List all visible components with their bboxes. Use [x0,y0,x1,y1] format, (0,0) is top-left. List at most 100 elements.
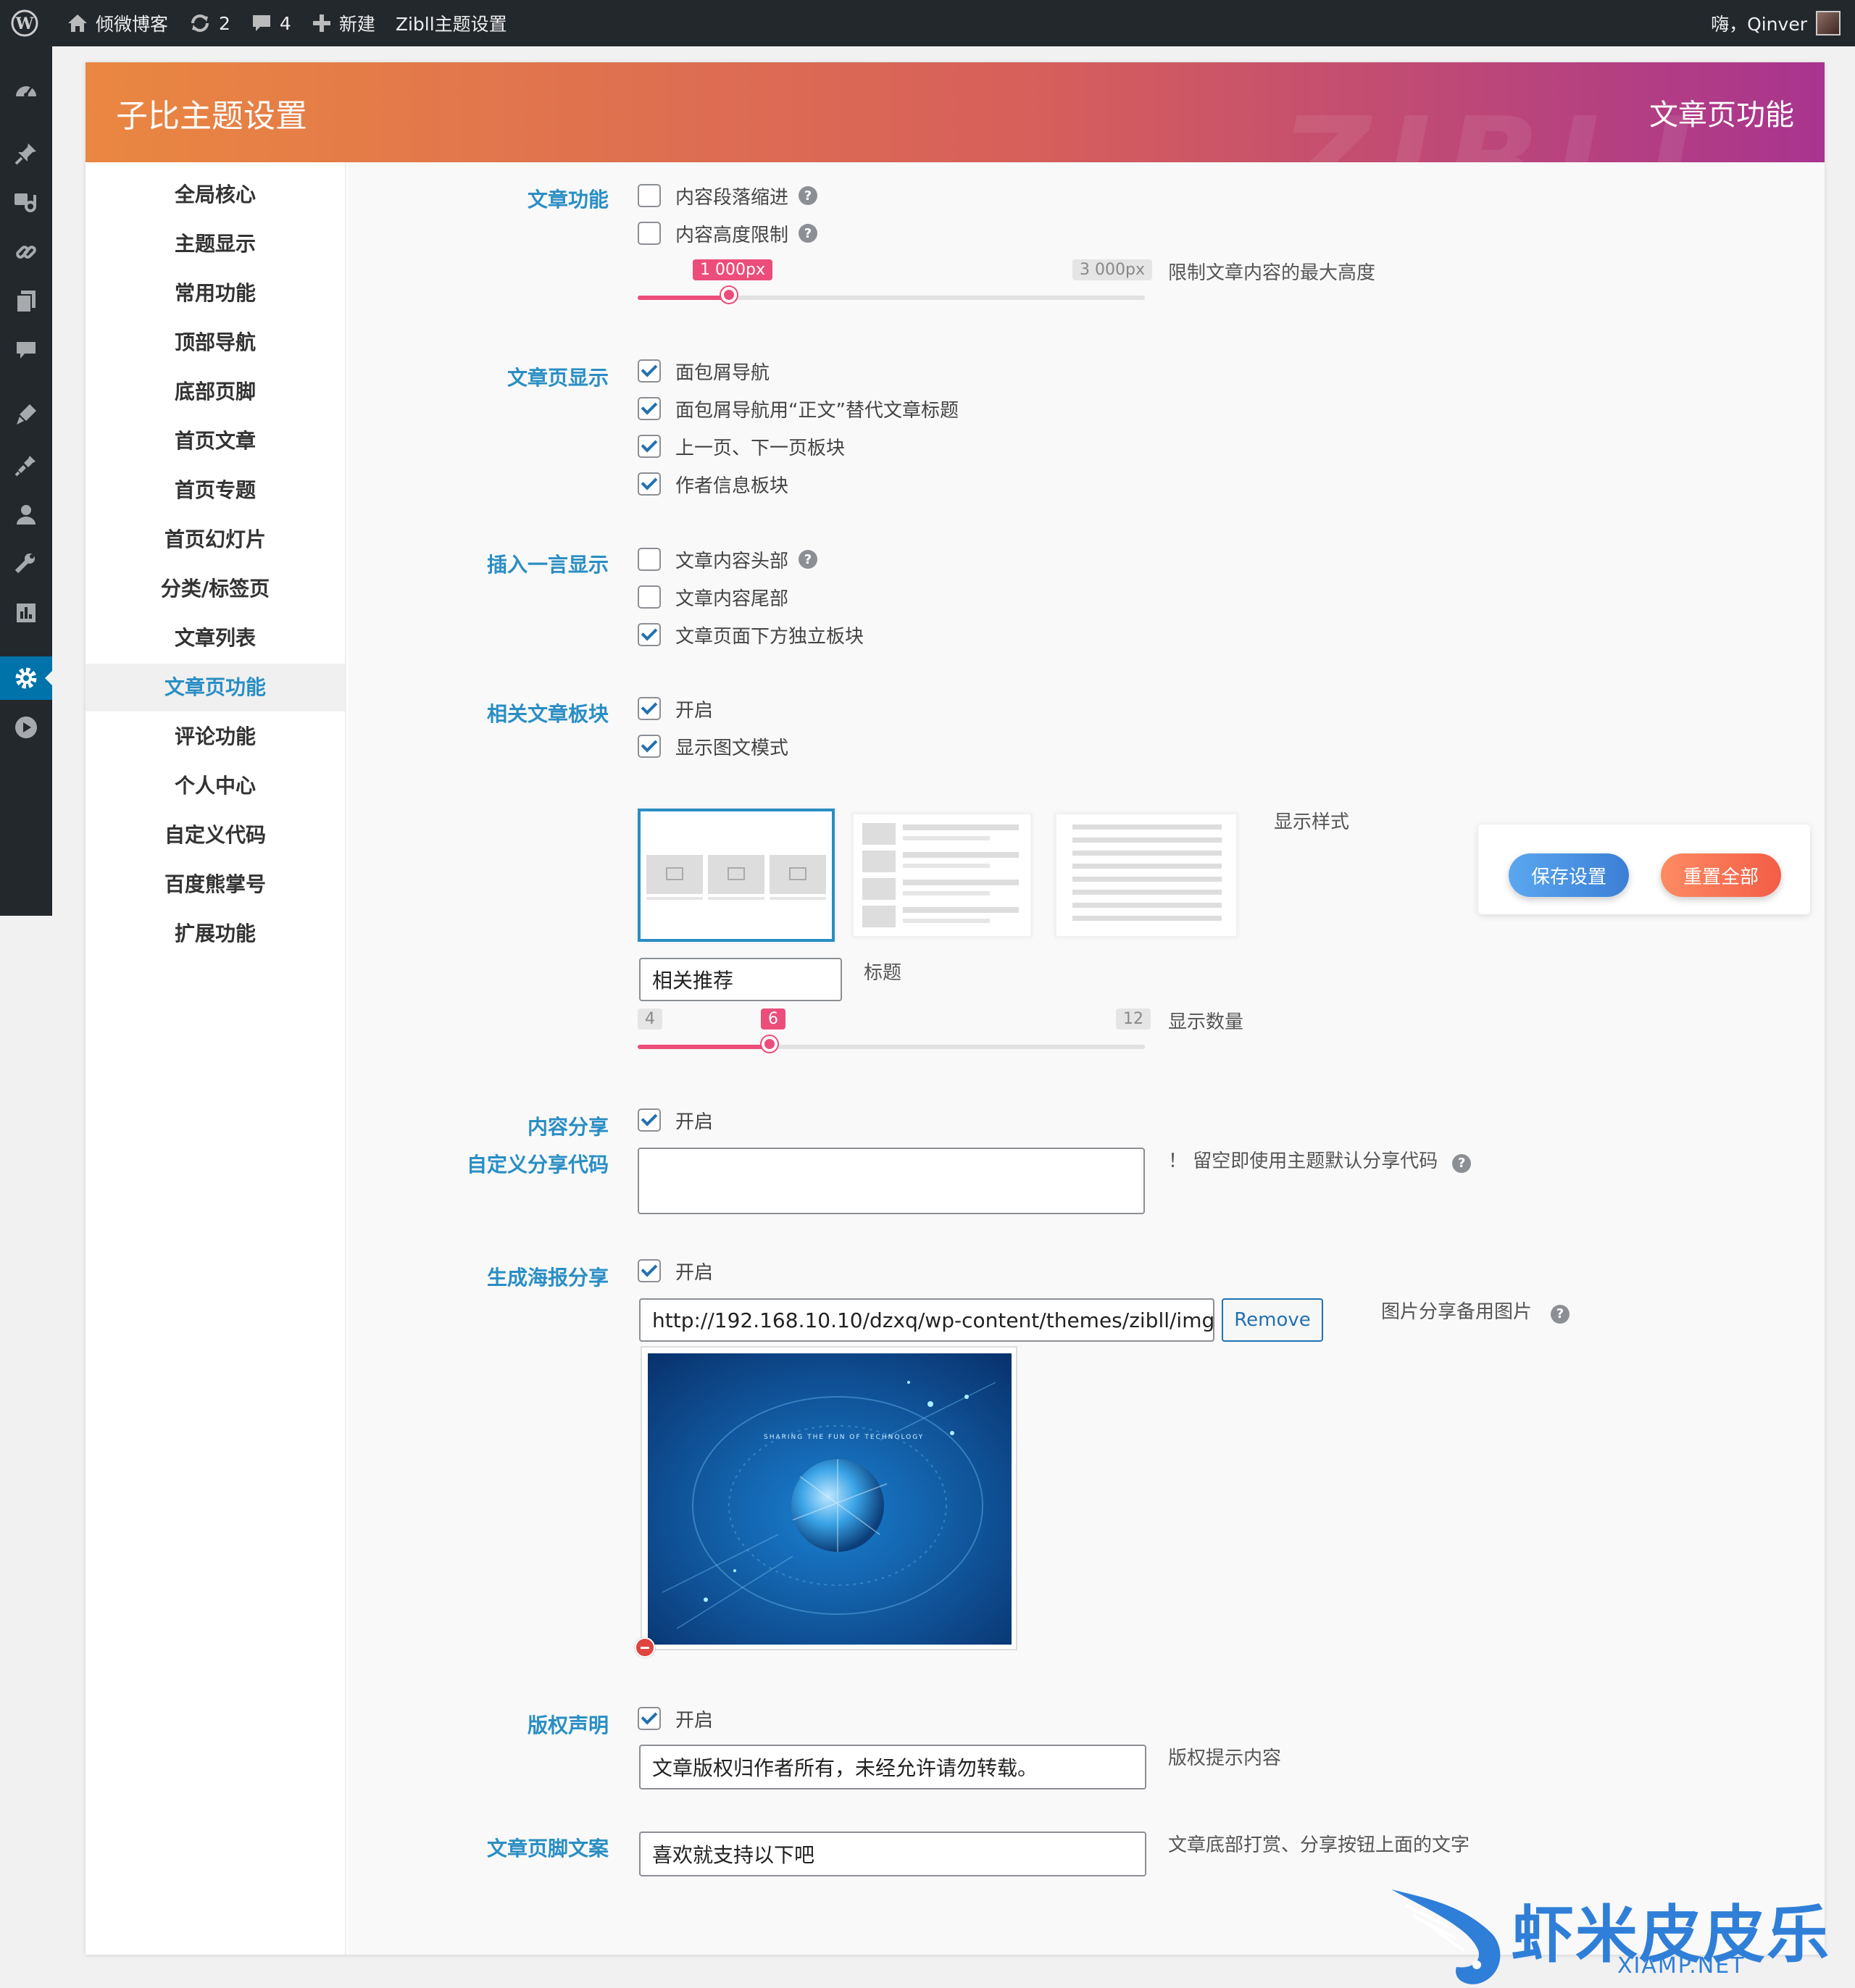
checkbox[interactable] [638,472,661,496]
users-icon[interactable] [0,493,52,536]
reset-button[interactable]: 重置全部 [1661,853,1781,897]
section-label-share: 内容分享 [527,1115,609,1139]
checkbox[interactable] [638,548,661,571]
updates-link[interactable]: 2 [178,0,241,46]
checkbox[interactable] [638,435,661,458]
option-author-box[interactable]: 作者信息板块 [638,471,788,497]
section-label-footer-text: 文章页脚文案 [486,1837,609,1860]
option-related-enable[interactable]: 开启 [638,696,713,722]
related-title-input[interactable]: 相关推荐 [639,958,842,1001]
option-paragraph-indent[interactable]: 内容段落缩进 ? [638,183,818,209]
checkbox[interactable] [638,1108,661,1132]
section-label-related: 相关文章板块 [486,702,609,726]
settings-gear-icon[interactable] [0,656,52,700]
checkbox[interactable] [638,222,661,245]
nav-item[interactable]: 常用功能 [86,270,345,317]
option-hitokoto-bottom[interactable]: 文章页面下方独立板块 [638,622,864,648]
help-icon[interactable]: ? [799,186,818,205]
help-icon[interactable]: ? [1551,1304,1570,1324]
style-option-image-grid[interactable] [638,809,835,942]
appearance-icon[interactable] [0,393,52,436]
option-breadcrumb[interactable]: 面包屑导航 [638,358,770,384]
slider-thumb[interactable] [762,1036,778,1052]
comments-link[interactable]: 4 [241,0,301,46]
nav-item[interactable]: 文章列表 [86,614,345,662]
dashboard-icon[interactable] [0,70,52,113]
custom-share-textarea[interactable] [638,1148,1145,1214]
option-height-limit[interactable]: 内容高度限制 ? [638,220,818,246]
help-icon[interactable]: ? [1452,1153,1472,1173]
pin-icon[interactable] [0,132,52,175]
checkbox[interactable] [638,1707,661,1730]
settings-nav: 全局核心 主题显示 常用功能 顶部导航 底部页脚 首页文章 首页专题 首页幻灯片 分类/标签页文… [86,162,346,1955]
remove-image-button[interactable]: Remove [1222,1298,1323,1342]
settings-extra-icon[interactable] [0,591,52,635]
checkbox[interactable] [638,623,661,646]
nav-item[interactable]: 首页文章 [86,417,345,465]
count-slider[interactable] [638,1036,1145,1052]
count-max-badge: 12 [1116,1008,1151,1030]
nav-item[interactable]: 全局核心 [86,171,345,219]
poster-url-input[interactable]: http://192.168.10.10/dzxq/wp-content/the… [639,1298,1214,1342]
save-button[interactable]: 保存设置 [1509,853,1629,897]
nav-item[interactable]: 百度熊掌号 [86,861,345,909]
updates-count: 2 [219,12,230,34]
slider-thumb[interactable] [721,287,737,303]
section-label-custom-share: 自定义分享代码 [466,1153,609,1177]
nav-item[interactable]: 首页专题 [86,467,345,514]
help-icon[interactable]: ? [799,550,818,569]
style-option-text[interactable] [1055,813,1238,937]
slider-fill [638,296,729,300]
nav-item[interactable]: 底部页脚 [86,368,345,416]
pages-icon[interactable] [0,280,52,323]
media-icon[interactable] [0,181,52,225]
footer-text-input[interactable]: 喜欢就支持以下吧 [639,1832,1146,1876]
nav-item[interactable]: 个人中心 [86,762,345,810]
option-hitokoto-tail[interactable]: 文章内容尾部 [638,584,788,610]
nav-item[interactable]: 主题显示 [86,220,345,268]
option-prev-next[interactable]: 上一页、下一页板块 [638,433,845,459]
option-breadcrumb-text[interactable]: 面包屑导航用“正文”替代文章标题 [638,396,959,422]
text-layout-icon [1072,824,1222,921]
option-copyright-enable[interactable]: 开启 [638,1705,713,1732]
link-icon[interactable] [0,230,52,274]
section-label-hitokoto: 插入一言显示 [486,553,609,577]
option-hitokoto-head[interactable]: 文章内容头部? [638,546,818,572]
style-option-list[interactable] [852,813,1032,937]
checkbox[interactable] [638,697,661,720]
site-name-link[interactable]: 倾微博客 [57,0,178,46]
checkbox[interactable] [638,1259,661,1282]
tools-icon[interactable] [0,542,52,585]
nav-item[interactable]: 自定义代码 [86,811,345,859]
option-share-enable[interactable]: 开启 [638,1107,713,1133]
option-related-image-mode[interactable]: 显示图文模式 [638,733,788,759]
help-icon[interactable]: ? [799,224,818,243]
nav-item[interactable]: 扩展功能 [86,910,345,958]
height-slider[interactable] [638,287,1145,303]
remove-image-icon[interactable] [635,1637,655,1658]
user-greeting: 嗨，Qinver [1711,14,1807,35]
svg-text:W: W [15,14,34,33]
nav-item[interactable]: 首页幻灯片 [86,516,345,564]
option-poster-enable[interactable]: 开启 [638,1258,713,1284]
checkbox[interactable] [638,735,661,758]
globe-tech-image: SHARING THE FUN OF TECHNOLOGY [648,1353,1012,1645]
theme-settings-link[interactable]: Zibll主题设置 [385,0,517,46]
nav-item[interactable]: 文章页功能 [86,664,345,711]
nav-item[interactable]: 分类/标签页 [86,565,345,613]
checkbox[interactable] [638,585,661,609]
related-title-label: 标题 [864,962,902,984]
copyright-input[interactable]: 文章版权归作者所有，未经允许请勿转载。 [639,1745,1146,1789]
checkbox[interactable] [638,397,661,420]
new-content-link[interactable]: 新建 [301,0,385,46]
comments-menu-icon[interactable] [0,329,52,372]
my-account[interactable]: 嗨，Qinver [1711,10,1855,36]
plugins-icon[interactable] [0,443,52,487]
count-label: 显示数量 [1168,1011,1244,1033]
nav-item[interactable]: 顶部导航 [86,319,345,367]
checkbox[interactable] [638,359,661,383]
checkbox[interactable] [638,184,661,207]
nav-item[interactable]: 评论功能 [86,713,345,761]
wp-logo-button[interactable]: W [0,0,57,46]
play-icon[interactable] [0,706,52,749]
